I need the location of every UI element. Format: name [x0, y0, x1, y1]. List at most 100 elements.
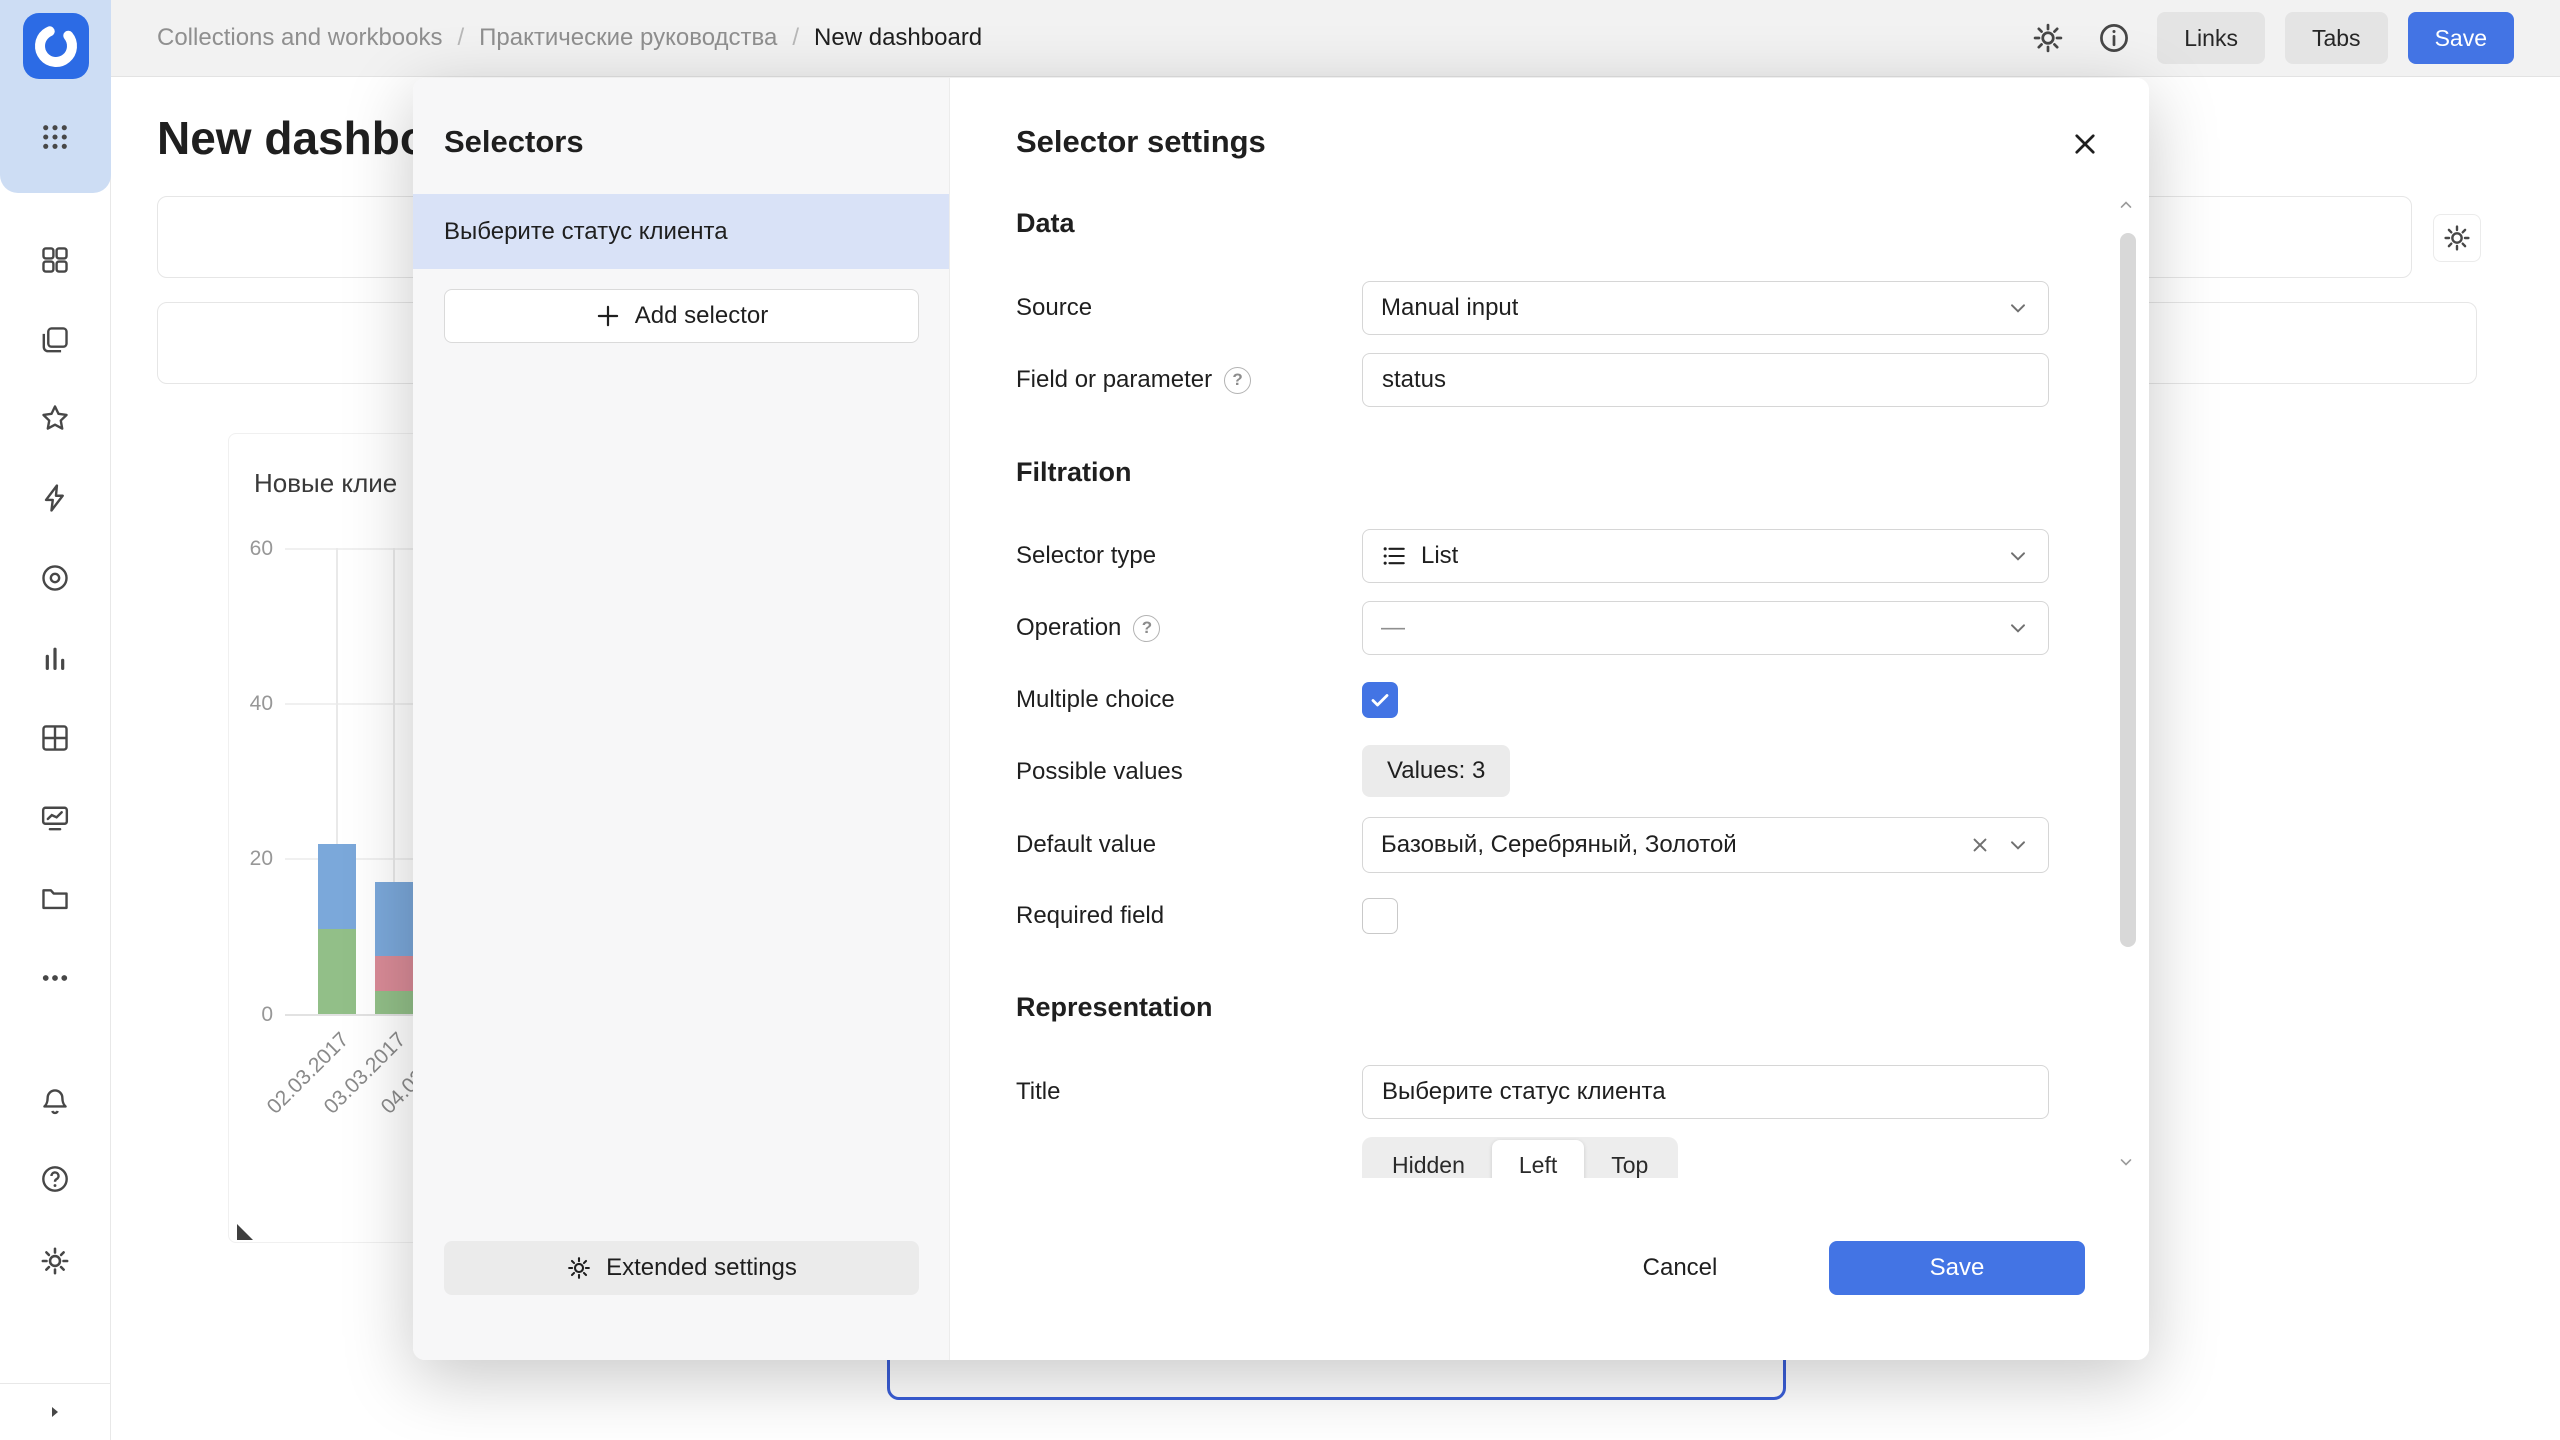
- scrollbar-thumb[interactable]: [2120, 233, 2136, 947]
- widgets-icon[interactable]: [31, 236, 79, 284]
- sidebar: [0, 0, 111, 1440]
- sidebar-expand[interactable]: [0, 1383, 110, 1440]
- position-option-top[interactable]: Top: [1584, 1140, 1675, 1178]
- bell-icon[interactable]: [31, 1078, 79, 1126]
- chart-bar-segment: [375, 956, 413, 991]
- extended-settings-button[interactable]: Extended settings: [444, 1241, 919, 1295]
- field-label: Field or parameter: [1016, 366, 1212, 394]
- title-input[interactable]: [1362, 1065, 2049, 1119]
- resize-handle[interactable]: [237, 1224, 253, 1240]
- chart-bar-segment: [318, 929, 356, 1014]
- default-value-row: Default value Базовый, Серебряный, Золот…: [1016, 817, 2049, 873]
- default-value-label: Default value: [1016, 831, 1156, 859]
- operation-label: Operation: [1016, 614, 1121, 642]
- possible-values-label: Possible values: [1016, 758, 1183, 786]
- dashboard-settings-button[interactable]: [2025, 15, 2071, 61]
- required-field-label: Required field: [1016, 902, 1164, 930]
- field-row: Field or parameter ?: [1016, 353, 2049, 407]
- settings-icon: [566, 1255, 592, 1281]
- selector-settings-panel: Selector settings Data Source Manual inp…: [950, 78, 2149, 1360]
- list-icon: [1381, 543, 1407, 569]
- required-field-row: Required field: [1016, 889, 2049, 943]
- scroll-down-icon[interactable]: [2115, 1151, 2137, 1173]
- modal-save-button[interactable]: Save: [1829, 1241, 2085, 1295]
- selector-list-item[interactable]: Выберите статус клиента: [413, 194, 949, 269]
- selector-type-select[interactable]: List: [1362, 529, 2049, 583]
- chevron-down-icon: [2006, 616, 2030, 640]
- add-selector-button[interactable]: Add selector: [444, 289, 919, 343]
- chart-icon[interactable]: [31, 634, 79, 682]
- info-icon: [2097, 21, 2131, 55]
- section-filtration: Filtration: [1016, 457, 1132, 488]
- selector-settings-modal: Selectors Выберите статус клиента Add se…: [413, 78, 2149, 1360]
- title-position-row: Hidden Left Top: [1016, 1137, 2049, 1178]
- settings-icon[interactable]: [31, 1237, 79, 1285]
- selectors-panel: Selectors Выберите статус клиента Add se…: [413, 78, 950, 1360]
- monitor-icon[interactable]: [31, 794, 79, 842]
- operation-row: Operation ? —: [1016, 601, 2049, 655]
- layers-icon[interactable]: [31, 316, 79, 364]
- check-icon: [1368, 688, 1392, 712]
- default-value-select[interactable]: Базовый, Серебряный, Золотой: [1362, 817, 2049, 873]
- values-button[interactable]: Values: 3: [1362, 745, 1510, 797]
- settings-scroll-area: Data Source Manual input Field or parame…: [950, 178, 2149, 1178]
- apps-grid-icon[interactable]: [31, 113, 79, 161]
- position-option-hidden[interactable]: Hidden: [1365, 1140, 1492, 1178]
- breadcrumb: Collections and workbooks / Практические…: [157, 24, 982, 52]
- topbar-actions: Links Tabs Save: [2025, 12, 2514, 64]
- star-icon[interactable]: [31, 394, 79, 442]
- breadcrumb-separator: /: [457, 24, 464, 52]
- multiple-choice-label: Multiple choice: [1016, 686, 1175, 714]
- breadcrumb-separator: /: [792, 24, 799, 52]
- help-icon[interactable]: ?: [1133, 615, 1160, 642]
- selector-type-row: Selector type List: [1016, 529, 2049, 583]
- info-button[interactable]: [2091, 15, 2137, 61]
- chart-bar-segment: [375, 882, 413, 956]
- top-bar: Collections and workbooks / Практические…: [111, 0, 2560, 77]
- title-row: Title: [1016, 1065, 2049, 1119]
- source-select[interactable]: Manual input: [1362, 281, 2049, 335]
- extended-settings-label: Extended settings: [606, 1254, 797, 1282]
- source-label: Source: [1016, 294, 1092, 322]
- chart-title: Новые клие: [254, 468, 397, 499]
- chart-bar-segment: [375, 991, 413, 1014]
- required-field-checkbox[interactable]: [1362, 898, 1398, 934]
- chevron-down-icon: [2006, 833, 2030, 857]
- chart-bar: [318, 844, 356, 1014]
- position-option-left[interactable]: Left: [1492, 1140, 1584, 1178]
- selector-item-label: Выберите статус клиента: [444, 218, 728, 246]
- title-label: Title: [1016, 1078, 1060, 1106]
- header-save-button[interactable]: Save: [2408, 12, 2514, 64]
- title-position-segmented: Hidden Left Top: [1362, 1137, 1678, 1178]
- datalens-logo[interactable]: [23, 13, 89, 79]
- more-icon[interactable]: [31, 954, 79, 1002]
- section-data: Data: [1016, 208, 1075, 239]
- multiple-choice-checkbox[interactable]: [1362, 682, 1398, 718]
- possible-values-row: Possible values Values: 3: [1016, 745, 2049, 799]
- lightning-icon[interactable]: [31, 474, 79, 522]
- chevron-down-icon: [2006, 296, 2030, 320]
- add-selector-label: Add selector: [635, 302, 768, 330]
- row-settings-button[interactable]: [2433, 214, 2481, 262]
- settings-icon: [2442, 223, 2472, 253]
- field-input[interactable]: [1362, 353, 2049, 407]
- table-icon[interactable]: [31, 714, 79, 762]
- scroll-up-icon[interactable]: [2115, 194, 2137, 216]
- help-icon[interactable]: ?: [1224, 367, 1251, 394]
- selector-type-label: Selector type: [1016, 542, 1156, 570]
- links-button[interactable]: Links: [2157, 12, 2265, 64]
- target-icon[interactable]: [31, 554, 79, 602]
- breadcrumb-collections[interactable]: Collections and workbooks: [157, 24, 442, 52]
- operation-select[interactable]: —: [1362, 601, 2049, 655]
- chart-bar: [375, 882, 413, 1014]
- breadcrumb-current: New dashboard: [814, 24, 982, 52]
- close-button[interactable]: [2063, 122, 2107, 166]
- breadcrumb-workbook[interactable]: Практические руководства: [479, 24, 777, 52]
- clear-icon[interactable]: [1968, 833, 1992, 857]
- chart-bar-segment: [318, 844, 356, 929]
- folder-icon[interactable]: [31, 874, 79, 922]
- help-icon[interactable]: [31, 1155, 79, 1203]
- tabs-button[interactable]: Tabs: [2285, 12, 2388, 64]
- cancel-button[interactable]: Cancel: [1610, 1241, 1750, 1295]
- selector-type-value: List: [1421, 542, 1458, 570]
